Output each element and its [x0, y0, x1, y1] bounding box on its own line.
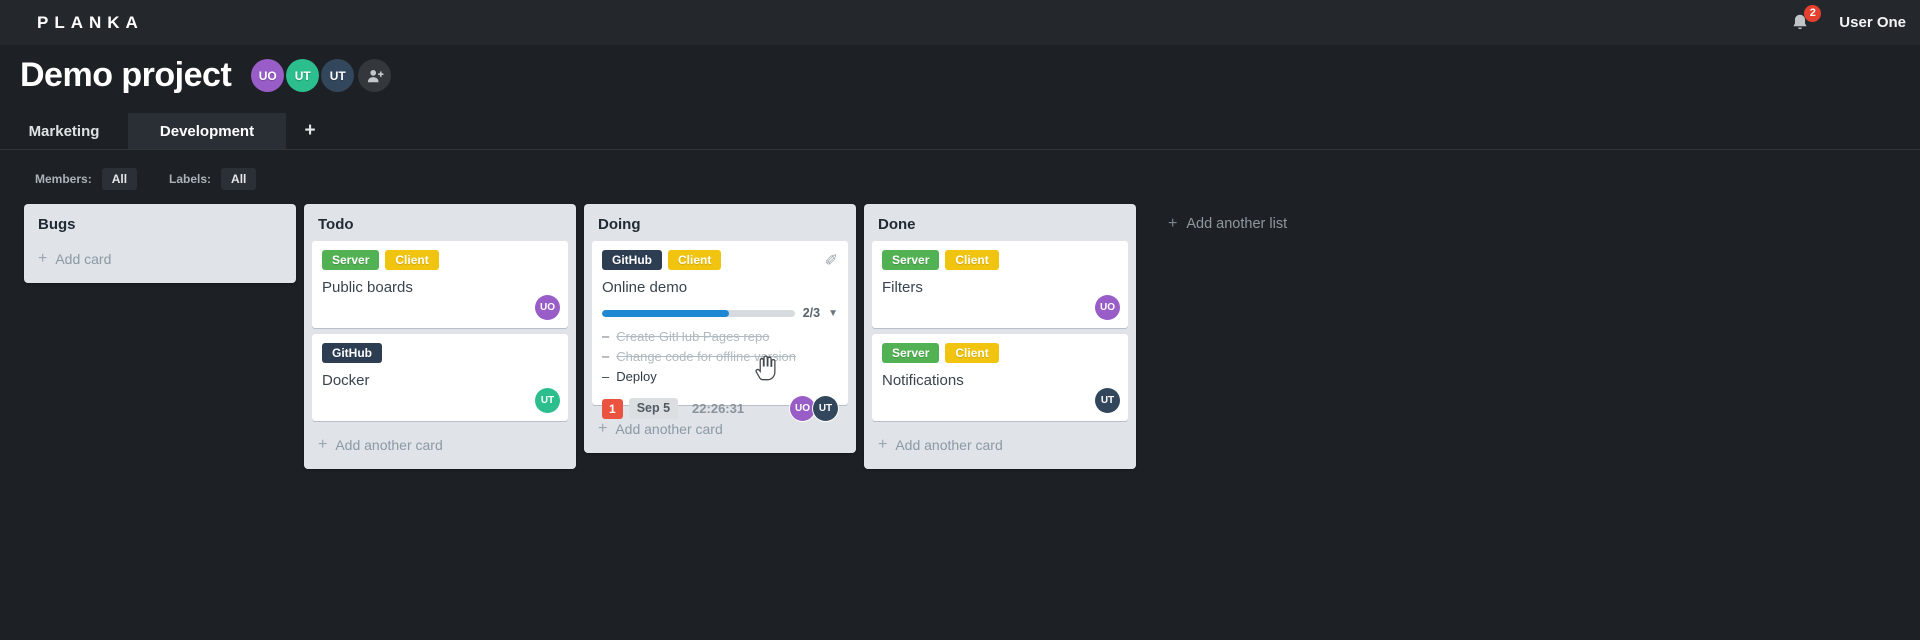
avatar: UT	[535, 388, 560, 413]
add-card-label: Add card	[55, 251, 112, 267]
plus-icon: +	[318, 436, 328, 453]
person-add-icon	[367, 69, 384, 82]
notification-count-badge: 2	[1804, 4, 1822, 22]
plus-icon: +	[598, 420, 608, 437]
avatar[interactable]: UO	[251, 59, 285, 92]
list-title[interactable]: Done	[864, 204, 1136, 241]
task-dash: –	[602, 369, 610, 384]
label-client: Client	[945, 250, 999, 270]
list-todo: Todo Server Client Public boards UO GitH…	[304, 204, 576, 469]
board-tabs: Marketing Development +	[0, 113, 1920, 150]
labels-filter-value[interactable]: All	[221, 168, 257, 190]
chevron-down-icon[interactable]: ▼	[828, 308, 838, 319]
label-github: GitHub	[602, 250, 662, 270]
task-item: – Change code for offline version	[602, 347, 838, 367]
add-another-card-button[interactable]: + Add another card	[304, 427, 576, 467]
card-title: Docker	[322, 372, 370, 389]
card-labels: GitHub	[322, 343, 558, 363]
timer-value[interactable]: 22:26:31	[692, 401, 744, 416]
label-server: Server	[322, 250, 380, 270]
add-card-label: Add another card	[335, 437, 443, 453]
app-bar: PLANKA 2 User One	[0, 0, 1920, 45]
list-title[interactable]: Bugs	[24, 204, 296, 241]
label-client: Client	[385, 250, 439, 270]
card-notifications[interactable]: Server Client Notifications UT	[872, 334, 1128, 421]
list-doing: Doing GitHub Client ✎ Online demo 2/3 ▼ …	[584, 204, 856, 453]
list-title[interactable]: Doing	[584, 204, 856, 241]
card-title: Public boards	[322, 279, 413, 296]
card-meta: 1 Sep 5 22:26:31 UO UT	[602, 396, 838, 421]
avatar: UO	[1095, 295, 1120, 320]
app-bar-right: 2 User One	[1789, 0, 1906, 45]
card-filters[interactable]: Server Client Filters UO	[872, 241, 1128, 328]
task-item: – Create GitHub Pages repo	[602, 327, 838, 347]
add-another-list-button[interactable]: + Add another list	[1144, 204, 1288, 233]
task-text: Deploy	[616, 369, 657, 384]
add-card-button[interactable]: + Add card	[24, 241, 296, 281]
label-server: Server	[882, 343, 940, 363]
card-avatars: UO UT	[790, 396, 838, 421]
avatar[interactable]: UT	[321, 59, 355, 92]
add-card-label: Add another card	[615, 421, 723, 437]
card-public-boards[interactable]: Server Client Public boards UO	[312, 241, 568, 328]
members-filter-value[interactable]: All	[101, 168, 138, 190]
plus-icon: +	[878, 436, 888, 453]
planka-logo[interactable]: PLANKA	[37, 13, 144, 33]
task-text: Change code for offline version	[616, 349, 796, 364]
labels-filter-label: Labels:	[169, 172, 212, 186]
tab-marketing[interactable]: Marketing	[0, 113, 128, 149]
card-labels: GitHub Client	[602, 250, 838, 270]
members-filter-label: Members:	[35, 172, 92, 186]
card-title: Notifications	[882, 372, 964, 389]
user-menu[interactable]: User One	[1839, 14, 1906, 31]
add-card-label: Add another card	[895, 437, 1003, 453]
add-list-label: Add another list	[1186, 216, 1288, 232]
tasks-progress: 2/3 ▼	[602, 306, 838, 320]
task-dash: –	[602, 329, 610, 344]
card-notification-badge: 1	[602, 398, 623, 419]
card-docker[interactable]: GitHub Docker UT	[312, 334, 568, 421]
avatar: UO	[535, 295, 560, 320]
progress-bar	[602, 309, 795, 317]
task-dash: –	[602, 349, 610, 364]
avatar[interactable]: UT	[286, 59, 320, 92]
card-labels: Server Client	[882, 343, 1118, 363]
card-title: Online demo	[602, 279, 688, 296]
task-list: – Create GitHub Pages repo – Change code f…	[602, 327, 838, 387]
task-text: Create GitHub Pages repo	[616, 329, 770, 344]
plus-icon: +	[1168, 215, 1178, 232]
project-title[interactable]: Demo project	[20, 56, 232, 95]
label-client: Client	[668, 250, 722, 270]
list-title[interactable]: Todo	[304, 204, 576, 241]
notifications-button[interactable]: 2	[1789, 4, 1822, 37]
add-member-button[interactable]	[358, 59, 392, 92]
board: Bugs + Add card Todo Server Client Publi…	[24, 204, 1287, 469]
task-item: – Deploy	[602, 367, 838, 387]
list-done: Done Server Client Filters UO Server Cli…	[864, 204, 1136, 469]
card-online-demo[interactable]: GitHub Client ✎ Online demo 2/3 ▼ – Creat…	[592, 241, 848, 421]
add-board-button[interactable]: +	[286, 113, 334, 149]
label-github: GitHub	[322, 343, 382, 363]
card-title: Filters	[882, 279, 923, 296]
avatar: UO	[790, 396, 815, 421]
list-bugs: Bugs + Add card	[24, 204, 296, 283]
progress-fill	[602, 309, 730, 317]
card-labels: Server Client	[322, 250, 558, 270]
filter-row: Members: All Labels: All	[35, 166, 278, 192]
edit-card-icon[interactable]: ✎	[825, 249, 838, 266]
avatar: UT	[1095, 388, 1120, 413]
plus-icon: +	[38, 250, 48, 267]
project-members: UO UT UT	[249, 59, 392, 92]
due-date-badge[interactable]: Sep 5	[628, 398, 679, 419]
plus-icon: +	[304, 120, 316, 141]
label-server: Server	[882, 250, 940, 270]
add-another-card-button[interactable]: + Add another card	[864, 427, 1136, 467]
progress-label[interactable]: 2/3	[803, 306, 820, 320]
tab-development[interactable]: Development	[128, 113, 286, 149]
project-header: Demo project UO UT UT	[20, 56, 392, 95]
card-labels: Server Client	[882, 250, 1118, 270]
label-client: Client	[945, 343, 999, 363]
avatar: UT	[813, 396, 838, 421]
